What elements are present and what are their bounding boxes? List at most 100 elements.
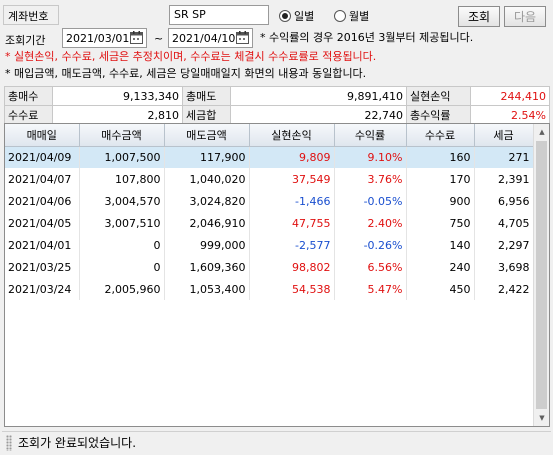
summary-value: 2.54%: [470, 105, 550, 125]
calendar-icon[interactable]: [235, 30, 251, 46]
table-cell: 1,040,020: [164, 168, 250, 190]
table-cell: 450: [406, 278, 475, 300]
table-row[interactable]: 2021/04/01 0 999,000 -2,577 -0.26% 140 2,297: [5, 234, 534, 256]
table-cell: 2021/04/05: [5, 212, 80, 234]
table-cell: 2,005,960: [79, 278, 165, 300]
trade-grid: 매매일 매수금액 매도금액 실현손익 수익률 수수료 세금 2021/04/09…: [4, 123, 550, 427]
trade-table: 매매일 매수금액 매도금액 실현손익 수익률 수수료 세금 2021/04/09…: [5, 124, 534, 300]
radio-daily-label: 일별: [294, 10, 315, 23]
radio-monthly-label: 월별: [349, 10, 370, 23]
table-row[interactable]: 2021/03/24 2,005,960 1,053,400 54,538 5.47% 4…: [5, 278, 534, 300]
radio-monthly-dot[interactable]: [334, 10, 346, 22]
summary-row: 총매수 9,133,340 총매도 9,891,410 실현손익 244,410: [4, 86, 550, 106]
summary-label: 수수료: [4, 105, 53, 125]
table-row[interactable]: 2021/03/25 0 1,609,360 98,802 6.56% 240 3,698: [5, 256, 534, 278]
column-header[interactable]: 수수료: [406, 124, 475, 147]
table-cell: 9.10%: [334, 146, 407, 168]
table-row[interactable]: 2021/04/05 3,007,510 2,046,910 47,755 2.40% 7…: [5, 212, 534, 234]
summary-value: 244,410: [470, 86, 550, 106]
table-cell: 2021/04/06: [5, 190, 80, 212]
table-header-row: 매매일 매수금액 매도금액 실현손익 수익률 수수료 세금: [5, 124, 534, 147]
radio-monthly[interactable]: 월별: [334, 8, 369, 24]
table-cell: 1,053,400: [164, 278, 250, 300]
summary-label: 총수익률: [406, 105, 471, 125]
table-cell: -2,577: [249, 234, 335, 256]
column-header[interactable]: 수익률: [334, 124, 407, 147]
table-cell: 140: [406, 234, 475, 256]
table-row[interactable]: 2021/04/09 1,007,500 117,900 9,809 9.10% 160 2…: [5, 146, 534, 168]
table-cell: 37,549: [249, 168, 335, 190]
table-cell: 999,000: [164, 234, 250, 256]
table-cell: 0: [79, 256, 165, 278]
table-cell: 54,538: [249, 278, 335, 300]
table-cell: 170: [406, 168, 475, 190]
column-header[interactable]: 세금: [474, 124, 534, 147]
summary-value: 9,891,410: [230, 86, 407, 106]
table-cell: 4,705: [474, 212, 534, 234]
table-cell: 9,809: [249, 146, 335, 168]
table-cell: 3.76%: [334, 168, 407, 190]
note-estimate: * 실현손익, 수수료, 세금은 추정치이며, 수수료는 체결시 수수료률로 적…: [5, 50, 377, 63]
period-label: 조회기간: [5, 34, 46, 47]
table-cell: 47,755: [249, 212, 335, 234]
table-cell: 2,297: [474, 234, 534, 256]
table-cell: 6,956: [474, 190, 534, 212]
start-date-input[interactable]: 2021/03/01: [62, 28, 147, 48]
calendar-icon[interactable]: [129, 30, 145, 46]
account-label: 계좌번호: [8, 10, 49, 23]
table-cell: 6.56%: [334, 256, 407, 278]
grip-icon: [6, 434, 12, 451]
table-row[interactable]: 2021/04/06 3,004,570 3,024,820 -1,466 -0.05%…: [5, 190, 534, 212]
summary-value: 22,740: [230, 105, 407, 125]
table-cell: 271: [474, 146, 534, 168]
radio-daily-dot[interactable]: [279, 10, 291, 22]
table-cell: 117,900: [164, 146, 250, 168]
summary-row: 수수료 2,810 세금합 22,740 총수익률 2.54%: [4, 105, 550, 125]
status-bar: 조회가 완료되었습니다.: [2, 431, 551, 453]
table-cell: -0.05%: [334, 190, 407, 212]
vertical-scrollbar[interactable]: ▲ ▼: [533, 124, 549, 426]
radio-daily[interactable]: 일별: [279, 8, 314, 24]
summary-value: 2,810: [52, 105, 183, 125]
table-cell: 2021/04/07: [5, 168, 80, 190]
table-cell: 2021/04/01: [5, 234, 80, 256]
scroll-down-icon[interactable]: ▼: [534, 410, 550, 426]
summary-label: 총매도: [182, 86, 231, 106]
summary-label: 실현손익: [406, 86, 471, 106]
start-date-value: 2021/03/01: [66, 31, 130, 45]
table-cell: 3,024,820: [164, 190, 250, 212]
note-same-content: * 매입금액, 매도금액, 수수료, 세금은 당일매매일지 화면의 내용과 동일…: [5, 67, 367, 80]
end-date-value: 2021/04/10: [172, 31, 236, 45]
table-cell: 2021/03/25: [5, 256, 80, 278]
column-header[interactable]: 실현손익: [249, 124, 335, 147]
table-cell: 160: [406, 146, 475, 168]
table-cell: 240: [406, 256, 475, 278]
inquiry-button-label: 조회: [467, 10, 491, 24]
column-header[interactable]: 매도금액: [164, 124, 250, 147]
column-header[interactable]: 매수금액: [79, 124, 165, 147]
table-cell: 2021/03/24: [5, 278, 80, 300]
scroll-up-icon[interactable]: ▲: [534, 124, 550, 140]
summary-label: 총매수: [4, 86, 53, 106]
table-cell: -0.26%: [334, 234, 407, 256]
table-cell: 1,007,500: [79, 146, 165, 168]
next-button[interactable]: 다음: [504, 6, 546, 27]
table-cell: 2.40%: [334, 212, 407, 234]
scroll-thumb[interactable]: [536, 141, 547, 409]
table-row[interactable]: 2021/04/07 107,800 1,040,020 37,549 3.76% 170…: [5, 168, 534, 190]
table-cell: 2,046,910: [164, 212, 250, 234]
inquiry-button[interactable]: 조회: [458, 6, 500, 27]
column-header[interactable]: 매매일: [5, 124, 80, 147]
table-cell: 3,698: [474, 256, 534, 278]
table-cell: 2021/04/09: [5, 146, 80, 168]
account-value: SR SP: [174, 8, 206, 21]
period-note: * 수익률의 경우 2016년 3월부터 제공됩니다.: [260, 31, 474, 44]
next-button-label: 다음: [513, 10, 537, 24]
period-separator: ~: [154, 32, 164, 45]
summary-label: 세금합: [182, 105, 231, 125]
end-date-input[interactable]: 2021/04/10: [168, 28, 253, 48]
account-input[interactable]: SR SP: [169, 5, 269, 25]
table-cell: 3,004,570: [79, 190, 165, 212]
table-cell: 2,422: [474, 278, 534, 300]
table-cell: 0: [79, 234, 165, 256]
